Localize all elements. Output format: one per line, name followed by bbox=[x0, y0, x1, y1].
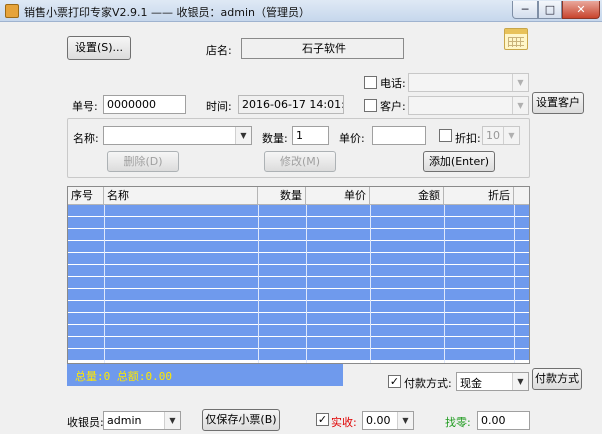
modify-button[interactable]: 修改(M) bbox=[264, 151, 336, 172]
discount-value: 10 bbox=[486, 129, 500, 142]
table-row[interactable] bbox=[68, 205, 529, 217]
table-row[interactable] bbox=[68, 241, 529, 253]
column-header-index[interactable]: 序号 bbox=[68, 187, 104, 205]
table-row[interactable] bbox=[68, 277, 529, 289]
shop-label: 店名: bbox=[206, 44, 232, 57]
phone-label: 电话: bbox=[380, 77, 406, 90]
column-header-quantity[interactable]: 数量 bbox=[258, 187, 306, 205]
payment-method-checkbox[interactable]: ✓ bbox=[388, 375, 401, 388]
table-row[interactable] bbox=[68, 337, 529, 349]
change-field[interactable]: 0.00 bbox=[477, 411, 530, 430]
customer-checkbox[interactable] bbox=[364, 99, 377, 112]
time-field: 2016-06-17 14:01:10 bbox=[238, 95, 344, 114]
quantity-label: 数量: bbox=[262, 132, 288, 145]
time-label: 时间: bbox=[206, 100, 232, 113]
quantity-field[interactable]: 1 bbox=[292, 126, 329, 145]
shop-name-field: 石子软件 bbox=[241, 38, 404, 59]
chevron-down-icon: ▼ bbox=[512, 373, 528, 390]
chevron-down-icon: ▼ bbox=[503, 127, 519, 144]
totals-bar: 总量:0 总额:0.00 bbox=[67, 364, 343, 386]
table-header: 序号 名称 数量 单价 金额 折后 bbox=[68, 187, 529, 205]
discount-label: 折扣: bbox=[455, 132, 481, 145]
items-table[interactable]: 序号 名称 数量 单价 金额 折后 bbox=[67, 186, 530, 364]
column-header-discounted[interactable]: 折后 bbox=[444, 187, 514, 205]
chevron-down-icon: ▼ bbox=[512, 74, 528, 91]
window-title: 销售小票打印专家V2.9.1 —— 收银员：admin（管理员） bbox=[24, 6, 310, 19]
table-body[interactable] bbox=[68, 205, 529, 363]
calendar-icon[interactable] bbox=[504, 28, 528, 50]
table-row[interactable] bbox=[68, 253, 529, 265]
column-divider bbox=[258, 205, 259, 363]
cashier-combo[interactable]: admin ▼ bbox=[103, 411, 181, 430]
item-name-combo[interactable]: ▼ bbox=[103, 126, 252, 145]
payment-method-value: 现金 bbox=[460, 377, 482, 390]
payment-method-button[interactable]: 付款方式 bbox=[532, 368, 582, 390]
cashier-label: 收银员: bbox=[67, 416, 104, 429]
table-row[interactable] bbox=[68, 229, 529, 241]
column-divider bbox=[370, 205, 371, 363]
close-button[interactable]: ✕ bbox=[562, 1, 600, 19]
app-icon bbox=[5, 4, 19, 18]
table-row[interactable] bbox=[68, 313, 529, 325]
table-row[interactable] bbox=[68, 289, 529, 301]
phone-checkbox[interactable] bbox=[364, 76, 377, 89]
item-name-label: 名称: bbox=[73, 132, 99, 145]
add-button[interactable]: 添加(Enter) bbox=[423, 151, 495, 172]
settings-button[interactable]: 设置(S)... bbox=[67, 36, 131, 60]
customer-label: 客户: bbox=[380, 100, 406, 113]
payment-method-combo[interactable]: 现金 ▼ bbox=[456, 372, 529, 391]
discount-combo[interactable]: 10 ▼ bbox=[482, 126, 520, 145]
price-field[interactable] bbox=[372, 126, 426, 145]
column-divider bbox=[514, 205, 515, 363]
delete-button[interactable]: 删除(D) bbox=[107, 151, 179, 172]
chevron-down-icon: ▼ bbox=[512, 97, 528, 114]
received-value: 0.00 bbox=[366, 414, 391, 427]
save-receipt-only-button[interactable]: 仅保存小票(B) bbox=[202, 409, 280, 431]
column-divider bbox=[444, 205, 445, 363]
table-row[interactable] bbox=[68, 301, 529, 313]
table-row[interactable] bbox=[68, 217, 529, 229]
chevron-down-icon: ▼ bbox=[235, 127, 251, 144]
maximize-button[interactable]: □ bbox=[538, 1, 562, 19]
change-label: 找零: bbox=[445, 416, 471, 429]
chevron-down-icon: ▼ bbox=[164, 412, 180, 429]
payment-method-label: 付款方式: bbox=[404, 377, 452, 390]
chevron-down-icon: ▼ bbox=[397, 412, 413, 429]
column-divider bbox=[104, 205, 105, 363]
column-header-name[interactable]: 名称 bbox=[104, 187, 258, 205]
column-divider bbox=[306, 205, 307, 363]
table-row[interactable] bbox=[68, 265, 529, 277]
received-checkbox[interactable]: ✓ bbox=[316, 413, 329, 426]
table-row[interactable] bbox=[68, 349, 529, 361]
column-header-price[interactable]: 单价 bbox=[306, 187, 370, 205]
column-header-filler bbox=[514, 187, 529, 205]
minimize-button[interactable]: ─ bbox=[512, 1, 538, 19]
title-bar: 销售小票打印专家V2.9.1 —— 收银员：admin（管理员） ─ □ ✕ bbox=[0, 0, 602, 22]
set-customer-button[interactable]: 设置客户 bbox=[532, 92, 584, 114]
phone-combo[interactable]: ▼ bbox=[408, 73, 529, 92]
column-header-amount[interactable]: 金额 bbox=[370, 187, 444, 205]
order-number-field[interactable]: 0000000 bbox=[103, 95, 186, 114]
order-number-label: 单号: bbox=[72, 100, 98, 113]
discount-checkbox[interactable] bbox=[439, 129, 452, 142]
table-row[interactable] bbox=[68, 325, 529, 337]
received-combo[interactable]: 0.00 ▼ bbox=[362, 411, 414, 430]
customer-combo[interactable]: ▼ bbox=[408, 96, 529, 115]
totals-text: 总量:0 总额:0.00 bbox=[75, 370, 172, 383]
cashier-value: admin bbox=[107, 414, 142, 427]
price-label: 单价: bbox=[339, 132, 365, 145]
received-label: 实收: bbox=[331, 416, 357, 429]
